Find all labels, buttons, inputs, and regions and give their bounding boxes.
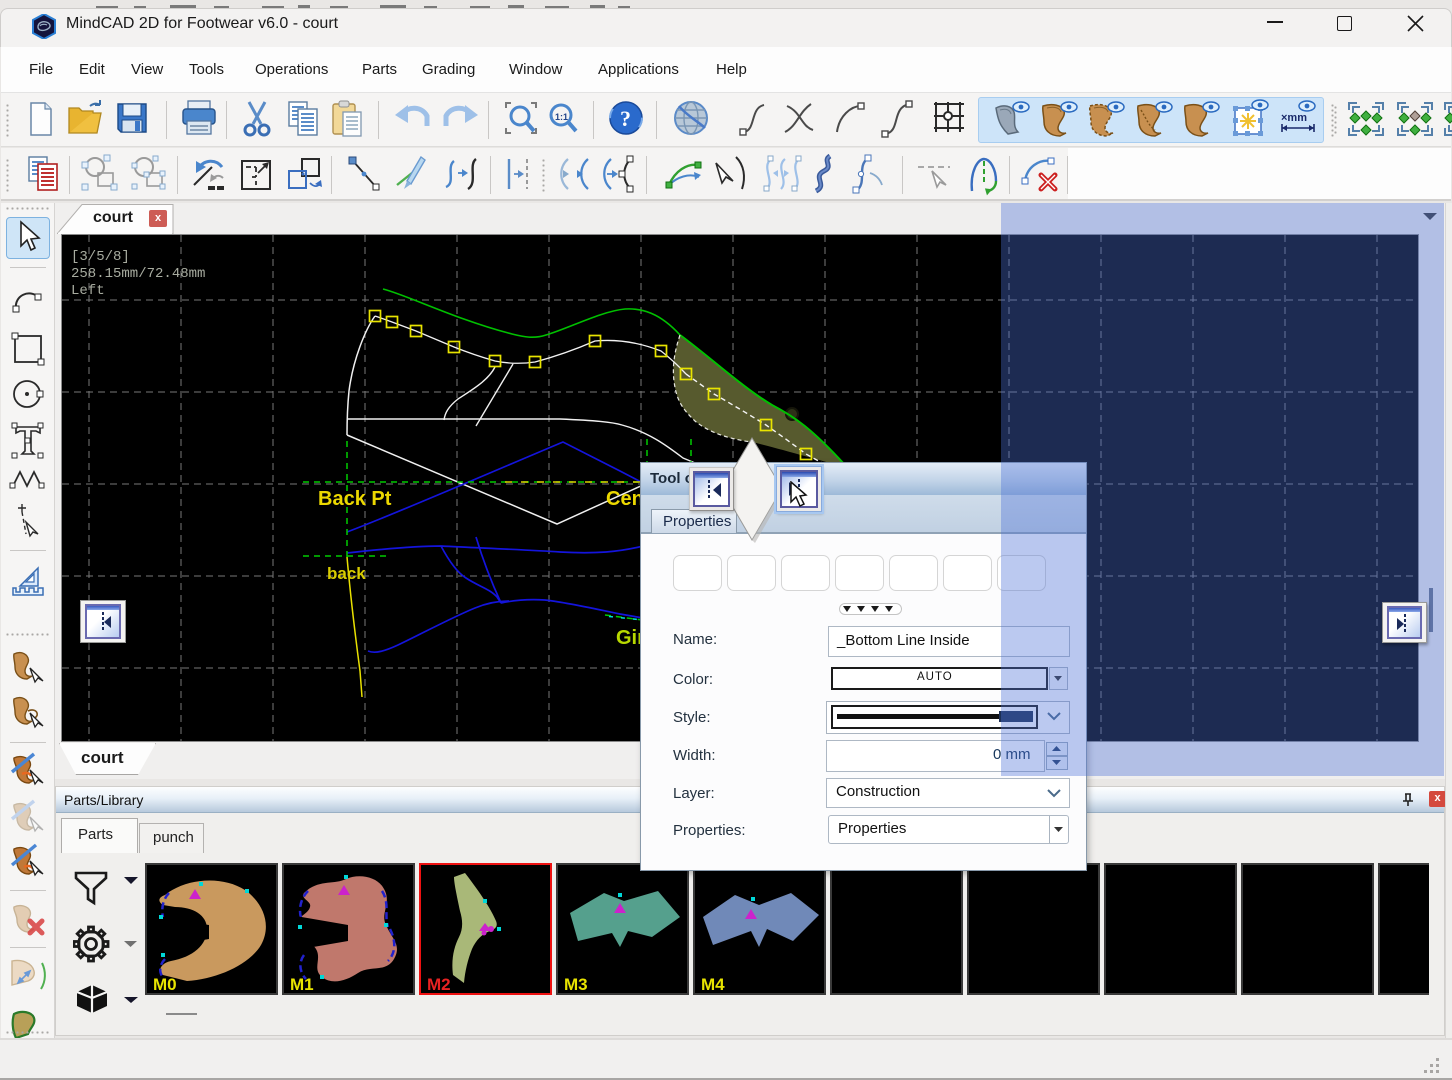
svg-text:Left: Left	[71, 283, 105, 299]
svg-text:[3/5/8]: [3/5/8]	[71, 249, 130, 265]
svg-text:M3: M3	[564, 975, 588, 994]
svg-text:M1: M1	[290, 975, 314, 994]
svg-text:Back Pt: Back Pt	[318, 488, 392, 510]
svg-text:1:1: 1:1	[555, 112, 568, 122]
svg-text:?: ?	[620, 106, 631, 131]
svg-text:M0: M0	[153, 975, 177, 994]
svg-text:×mm: ×mm	[1281, 112, 1307, 124]
svg-text:M4: M4	[701, 975, 725, 994]
svg-text:M2: M2	[427, 975, 451, 994]
svg-text:258.15mm/72.48mm: 258.15mm/72.48mm	[71, 266, 205, 282]
svg-text:back: back	[327, 564, 366, 583]
